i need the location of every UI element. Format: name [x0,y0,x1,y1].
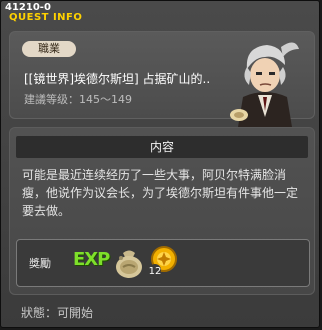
content-section-title: 内容 [16,136,308,158]
quest-name: [[镜世界]埃德尔斯坦] 占据矿山的.. [24,72,211,86]
window-title: QUEST INFO [9,12,83,23]
quest-info-window: 41210-0 QUEST INFO 職業 [[镜世界]埃德尔斯坦] 占据矿山的… [0,0,320,328]
exp-icon: EXP [73,249,110,270]
reward-box: 獎勵 EXP 12 [16,239,310,287]
quest-summary-panel: 職業 [[镜世界]埃德尔斯坦] 占据矿山的.. 建議等级：145～149 [9,31,315,145]
quest-description: 可能是最近连续经历了一些大事，阿贝尔特满脸消瘦，他说作为议会长，为了埃德尔斯坦有… [22,168,299,218]
level-requirement: 建議等级：145～149 [24,93,132,106]
quest-status: 狀態：可開始 [21,306,94,320]
coin-icon[interactable]: 12 [147,245,177,277]
coin-count: 12 [149,266,162,277]
reward-label: 獎勵 [29,257,51,270]
money-bag-icon[interactable] [113,245,145,279]
content-panel: 内容 可能是最近连续经历了一些大事，阿贝尔特满脸消瘦，他说作为议会长，为了埃德尔… [9,127,315,295]
job-tag: 職業 [22,41,76,57]
